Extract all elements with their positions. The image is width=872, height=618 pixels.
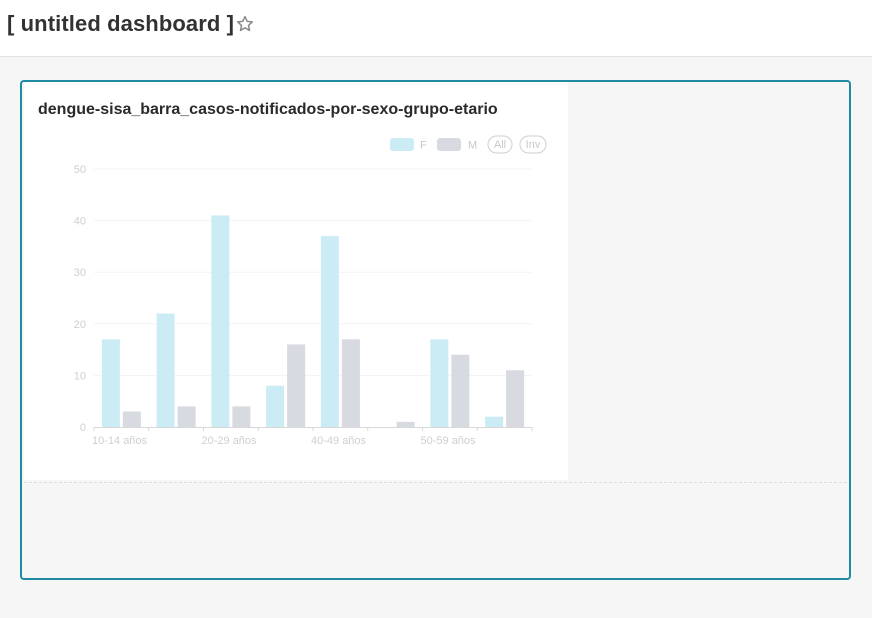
legend-inv-label: Inv (526, 139, 541, 151)
legend-swatch-f[interactable] (390, 138, 414, 151)
bar-m[interactable] (341, 339, 360, 427)
chart-legend: F M All Inv (390, 135, 547, 154)
y-tick-label: 40 (74, 216, 86, 228)
legend-swatch-m[interactable] (437, 138, 461, 151)
bar-m[interactable] (122, 411, 141, 427)
y-tick-label: 50 (74, 164, 86, 176)
legend-all-label: All (494, 139, 506, 151)
x-tick-label: 20-29 años (202, 435, 258, 447)
x-tick-label: 50-59 años (421, 435, 477, 447)
dashboard-header: [ untitled dashboard ] (0, 0, 872, 57)
bar-f[interactable] (156, 313, 175, 427)
y-tick-label: 0 (80, 422, 86, 434)
bar-f[interactable] (485, 416, 504, 427)
bar-m[interactable] (506, 370, 525, 427)
y-tick-label: 10 (74, 370, 86, 382)
legend-label-f[interactable]: F (420, 140, 427, 152)
legend-label-m[interactable]: M (468, 140, 477, 152)
y-tick-label: 20 (74, 319, 86, 331)
y-tick-label: 30 (74, 267, 86, 279)
bar-m[interactable] (232, 406, 251, 427)
x-tick-label: 10-14 años (92, 435, 148, 447)
bar-m[interactable] (451, 354, 470, 427)
bar-f[interactable] (430, 339, 449, 427)
bar-m[interactable] (396, 421, 415, 427)
bar-f[interactable] (266, 385, 285, 427)
x-tick-label: 40-49 años (311, 435, 367, 447)
dashboard-title[interactable]: [ untitled dashboard ] (7, 11, 234, 37)
bar-chart: F M All Inv 0 10 20 30 40 50 10-14 años 20-29 a… (74, 135, 547, 447)
bar-f[interactable] (101, 339, 120, 427)
bar-f[interactable] (211, 215, 230, 427)
bar-f[interactable] (320, 236, 339, 427)
chart-card[interactable]: dengue-sisa_barra_casos-notificados-por-… (24, 82, 568, 480)
star-outline-icon[interactable] (235, 14, 255, 34)
bar-m[interactable] (177, 406, 196, 427)
chart-bars (101, 215, 525, 427)
bar-m[interactable] (287, 344, 306, 427)
row-divider (24, 482, 847, 483)
